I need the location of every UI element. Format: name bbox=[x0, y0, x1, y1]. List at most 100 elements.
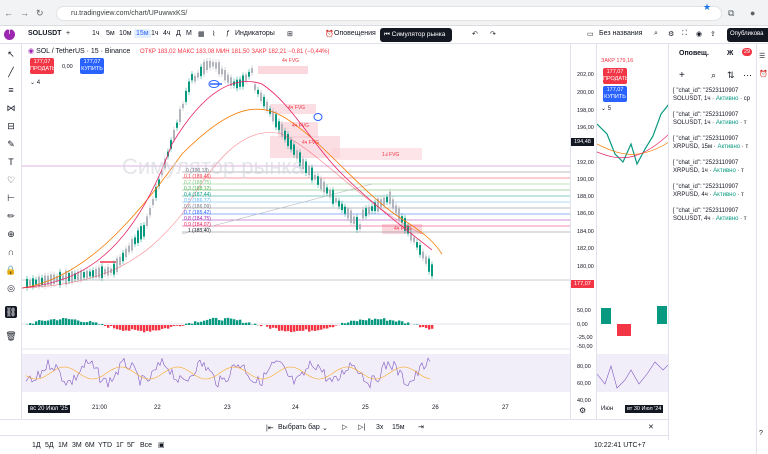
publish-button[interactable]: Опубликова bbox=[727, 28, 768, 42]
fib-retracement[interactable] bbox=[182, 171, 570, 233]
fib-icon[interactable]: ≡ bbox=[5, 84, 17, 96]
osc-bar bbox=[179, 325, 182, 327]
step-forward-icon[interactable]: ▷| bbox=[358, 423, 365, 431]
osc-bar bbox=[224, 318, 227, 325]
alert-item[interactable]: [ "chat_id": "2523110907 XRPUSD, 15м · Ак… bbox=[673, 136, 755, 158]
calendar-icon[interactable]: ▣ bbox=[158, 441, 165, 449]
replay-interval-button[interactable]: 15м bbox=[392, 424, 405, 431]
hide-icon[interactable]: ◎ bbox=[5, 282, 17, 294]
ruler-icon[interactable]: ✏ bbox=[5, 210, 17, 222]
main-chart[interactable]: Симулятор рынка 0 (190,13) 0,1 (189,46) … bbox=[22, 44, 570, 419]
range-1y[interactable]: 1Г bbox=[116, 442, 124, 449]
user-avatar[interactable]: T bbox=[4, 29, 15, 40]
legend-title[interactable]: SOL / TetherUS · 15 · Binance bbox=[36, 48, 130, 55]
osc-bar bbox=[83, 322, 86, 325]
trendline-icon[interactable]: ╱ bbox=[5, 66, 17, 78]
forward-icon[interactable]: → bbox=[20, 8, 29, 18]
dropdown-icon[interactable]: ⌄ bbox=[322, 424, 328, 432]
link-icon[interactable]: ⛓ bbox=[5, 306, 17, 318]
more-icon[interactable]: ⋯ bbox=[743, 70, 752, 81]
fullscreen-icon[interactable]: ⛶ bbox=[682, 30, 687, 38]
back-icon[interactable]: ← bbox=[4, 8, 13, 18]
range-1d[interactable]: 1Д bbox=[32, 442, 41, 449]
templates-icon[interactable]: ⊞ bbox=[287, 30, 293, 38]
chart-style-icon[interactable]: ⌇ bbox=[212, 30, 215, 38]
jump-realtime-icon[interactable]: ⇥ bbox=[418, 423, 424, 431]
alert-marker-icon[interactable] bbox=[313, 113, 323, 121]
indicators-button[interactable]: Индикаторы bbox=[235, 30, 275, 37]
secondary-chart[interactable]: ЗАКР 179,16 177,07 ПРОДАТЬ 177,07 КУПИТЬ ⌄… bbox=[596, 44, 668, 419]
interval-5m[interactable]: 5м bbox=[106, 30, 115, 37]
chart-type-icon[interactable]: ▦ bbox=[198, 30, 205, 38]
play-icon[interactable]: ▷ bbox=[342, 423, 347, 431]
tab-alerts[interactable]: Оповещ. bbox=[679, 50, 709, 57]
range-5d[interactable]: 5Д bbox=[45, 442, 54, 449]
range-1m[interactable]: 1М bbox=[58, 442, 68, 449]
select-bar-button[interactable]: Выбрать бар bbox=[278, 424, 320, 431]
speed-button[interactable]: 3x bbox=[376, 424, 383, 431]
search-alerts-icon[interactable]: ⌕ bbox=[711, 70, 716, 81]
bookmark-star-icon[interactable]: ★ bbox=[703, 2, 711, 13]
reload-icon[interactable]: ↻ bbox=[36, 8, 44, 19]
osc-bar bbox=[215, 317, 218, 325]
sell-button[interactable]: 177,07 ПРОДАТЬ bbox=[30, 58, 56, 74]
indicator-count[interactable]: ⌄ 4 bbox=[30, 79, 40, 86]
interval-1h[interactable]: 1ч bbox=[92, 30, 100, 37]
camera-icon[interactable]: ◉ bbox=[696, 30, 702, 38]
chart-canvas[interactable] bbox=[22, 44, 570, 419]
market-simulator-button[interactable]: ⏮ Симулятор рынка bbox=[380, 28, 452, 42]
settings-icon[interactable]: ⚙ bbox=[668, 30, 674, 38]
forecast-icon[interactable]: ⊟ bbox=[5, 120, 17, 132]
search-icon[interactable]: ⌕ bbox=[654, 30, 658, 38]
tab-journal[interactable]: Ж bbox=[727, 50, 733, 57]
alert-item[interactable]: [ "chat_id": "2523110907 SOLUSDT, 1ч · Ак… bbox=[673, 88, 755, 110]
layout-icon[interactable]: ▭ bbox=[587, 30, 594, 38]
watchlist-icon[interactable]: ☰ bbox=[759, 52, 765, 60]
address-bar[interactable]: ru.tradingview.com/chart/UPuwwxKS/ bbox=[56, 6, 722, 21]
clock[interactable]: 10:22:41 UTC+7 bbox=[594, 442, 646, 449]
heart-icon[interactable]: ♡ bbox=[5, 174, 17, 186]
price-axis[interactable]: 202,00 200,00 198,00 196,00 194,48 192,0… bbox=[570, 44, 596, 419]
interval-15m[interactable]: 15м bbox=[134, 29, 151, 38]
text-icon[interactable]: T bbox=[5, 156, 17, 168]
trash-icon[interactable]: 🗑 bbox=[5, 330, 17, 342]
add-alert-icon[interactable]: + bbox=[679, 70, 685, 81]
add-symbol-icon[interactable]: + bbox=[66, 30, 70, 37]
layout-name[interactable]: Без названия bbox=[599, 30, 642, 37]
range-3m[interactable]: 3М bbox=[72, 442, 82, 449]
range-6m[interactable]: 6М bbox=[85, 442, 95, 449]
alert-item[interactable]: [ "chat_id": "2523110907 XRPUSD, 4ч · Акт… bbox=[673, 184, 755, 206]
range-ytd[interactable]: YTD bbox=[98, 442, 112, 449]
axis-settings-icon[interactable]: ⚙ bbox=[579, 406, 586, 415]
zoom-icon[interactable]: ⊕ bbox=[5, 228, 17, 240]
buy-button[interactable]: 177,07 КУПИТЬ bbox=[80, 58, 104, 74]
interval-day[interactable]: Д bbox=[176, 30, 181, 37]
lock-icon[interactable]: 🔒 bbox=[5, 264, 17, 276]
range-all[interactable]: Все bbox=[140, 442, 152, 449]
extensions-icon[interactable]: ⧉ bbox=[728, 8, 734, 19]
interval-10m[interactable]: 10м bbox=[119, 30, 132, 37]
alert-item[interactable]: [ "chat_id": "2523110907 XRPUSD, 1ч · Акт… bbox=[673, 160, 755, 182]
alert-item[interactable]: [ "chat_id": "2523110907 SOLUSDT, 1ч · Ак… bbox=[673, 112, 755, 134]
profile-icon[interactable]: ● bbox=[750, 8, 755, 18]
help-icon[interactable]: ? bbox=[759, 430, 763, 437]
measure-icon[interactable]: ⊢ bbox=[5, 192, 17, 204]
pattern-icon[interactable]: ⋈ bbox=[5, 102, 17, 114]
interval-1h-b[interactable]: 1ч bbox=[151, 30, 159, 37]
alerts-button[interactable]: Оповещения bbox=[334, 30, 376, 37]
magnet-icon[interactable]: ∩ bbox=[5, 246, 17, 258]
share-icon[interactable]: ⇪ bbox=[710, 30, 716, 38]
undo-icon[interactable]: ↶ bbox=[472, 30, 478, 38]
close-replay-icon[interactable]: ✕ bbox=[648, 423, 654, 431]
cursor-icon[interactable]: ↖ bbox=[5, 48, 17, 60]
osc-bar bbox=[167, 325, 170, 329]
alarm-icon[interactable]: ⏰ bbox=[759, 70, 768, 78]
interval-month[interactable]: М bbox=[186, 30, 192, 37]
alert-item[interactable]: [ "chat_id": "2523110907 SOLUSDT, 4ч · Ак… bbox=[673, 208, 755, 230]
range-5y[interactable]: 5Г bbox=[127, 442, 135, 449]
sort-icon[interactable]: ⇅ bbox=[727, 70, 735, 81]
symbol-search[interactable]: SOLUSDT bbox=[28, 30, 61, 37]
interval-4h[interactable]: 4ч bbox=[163, 30, 171, 37]
brush-icon[interactable]: ✎ bbox=[5, 138, 17, 150]
redo-icon[interactable]: ↷ bbox=[490, 30, 496, 38]
